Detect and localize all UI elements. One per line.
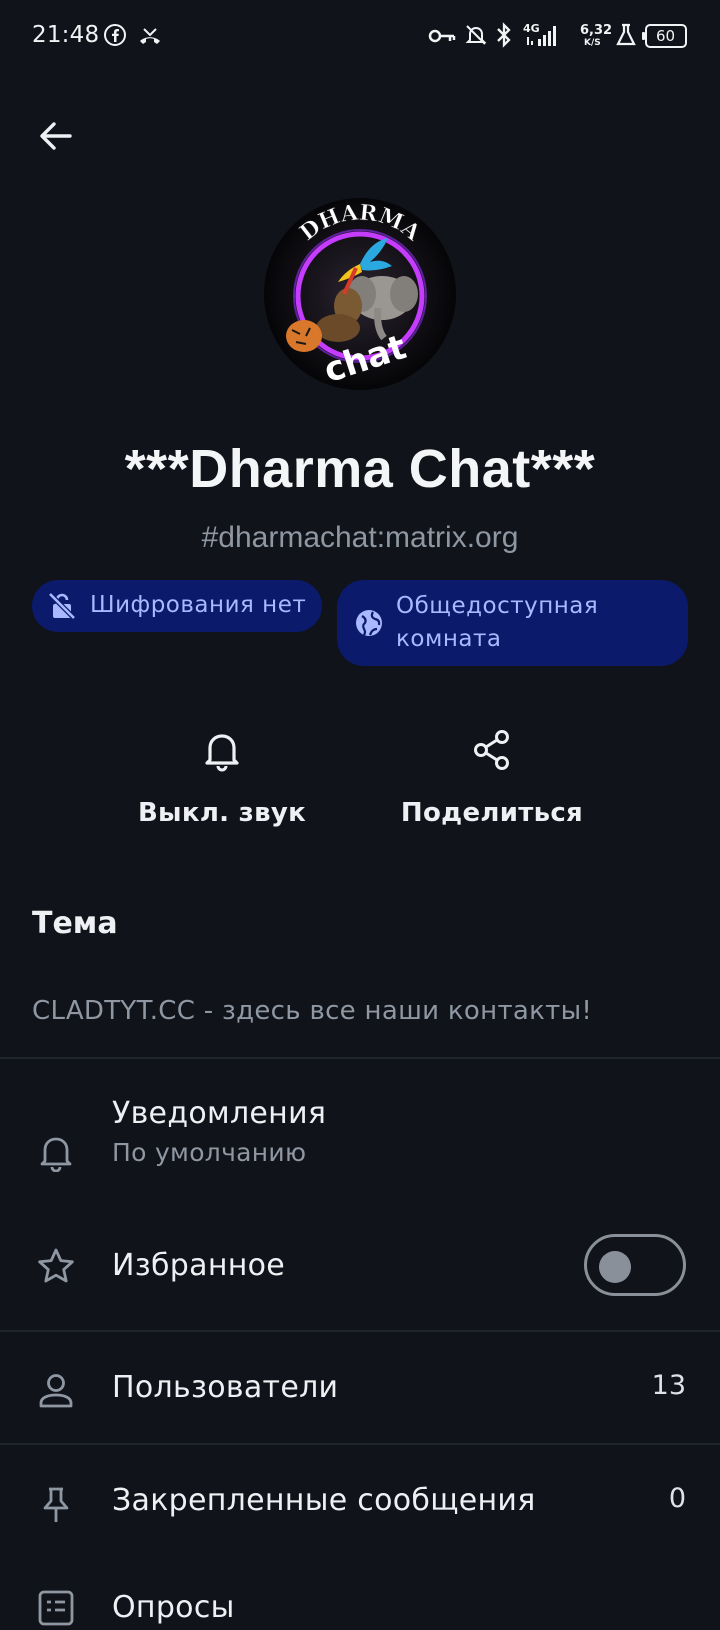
- share-button[interactable]: Поделиться: [382, 728, 602, 828]
- bell-icon: [40, 1137, 72, 1172]
- lab-icon: [615, 23, 637, 52]
- vpn-key-icon: [428, 26, 456, 51]
- notifications-label: Уведомления: [112, 1096, 327, 1131]
- poll-icon: [38, 1590, 74, 1626]
- room-title: ***Dharma Chat***: [124, 439, 596, 499]
- star-icon: [38, 1248, 74, 1283]
- polls-label: Опросы: [112, 1590, 235, 1625]
- divider: [0, 1330, 720, 1332]
- toggle-knob: [599, 1251, 631, 1283]
- bluetooth-icon: [494, 22, 514, 53]
- polls-row[interactable]: Опросы: [0, 1570, 720, 1630]
- share-icon: [474, 730, 509, 770]
- speed-value: 6,32: [580, 23, 613, 38]
- bell-icon: [205, 734, 239, 772]
- notifications-value: По умолчанию: [112, 1138, 307, 1167]
- status-time: 21:48: [32, 22, 100, 48]
- status-bar: 21:48 4G 6,32 K/S 60: [0, 0, 720, 72]
- people-label: Пользователи: [112, 1370, 339, 1405]
- divider: [0, 1057, 720, 1059]
- pinned-messages-count: 0: [668, 1483, 686, 1514]
- public-room-badge-label-line2: комната: [396, 626, 502, 652]
- user-icon: [39, 1374, 73, 1408]
- pin-icon: [43, 1487, 69, 1522]
- public-room-badge-label-line1: Общедоступная: [396, 593, 599, 619]
- room-avatar[interactable]: DHARMA chat: [264, 198, 456, 390]
- lock-off-icon: [46, 590, 78, 628]
- mute-button-label: Выкл. звук: [137, 798, 307, 828]
- missed-call-icon: [137, 26, 163, 51]
- arrow-back-icon: [40, 122, 72, 150]
- back-button[interactable]: [34, 114, 78, 158]
- battery-level: 60: [656, 27, 676, 45]
- room-alias: #dharmachat:matrix.org: [201, 521, 519, 554]
- favourite-row[interactable]: Избранное: [0, 1228, 720, 1318]
- public-room-badge: Общедоступная комната: [337, 580, 688, 666]
- topic-title: Тема: [32, 906, 118, 941]
- notifications-row[interactable]: Уведомления По умолчанию: [0, 1090, 720, 1210]
- speed-unit: K/S: [584, 38, 601, 48]
- pinned-messages-label: Закрепленные сообщения: [112, 1483, 536, 1518]
- favourite-toggle[interactable]: [584, 1234, 686, 1296]
- notifications-off-icon: [464, 23, 488, 52]
- pinned-messages-row[interactable]: Закрепленные сообщения 0: [0, 1455, 720, 1555]
- encryption-badge: Шифрования нет: [32, 580, 322, 632]
- favourite-label: Избранное: [112, 1248, 286, 1283]
- signal-icon: [524, 23, 560, 52]
- facebook-icon: [104, 24, 126, 51]
- globe-icon: [353, 607, 385, 645]
- share-button-label: Поделиться: [400, 798, 584, 828]
- encryption-badge-label: Шифрования нет: [90, 592, 307, 618]
- topic-text: CLADTYT.CC - здесь все наши контакты!: [32, 996, 593, 1026]
- divider: [0, 1443, 720, 1445]
- people-row[interactable]: Пользователи 13: [0, 1342, 720, 1442]
- mute-button[interactable]: Выкл. звук: [112, 728, 332, 828]
- people-count: 13: [651, 1370, 686, 1401]
